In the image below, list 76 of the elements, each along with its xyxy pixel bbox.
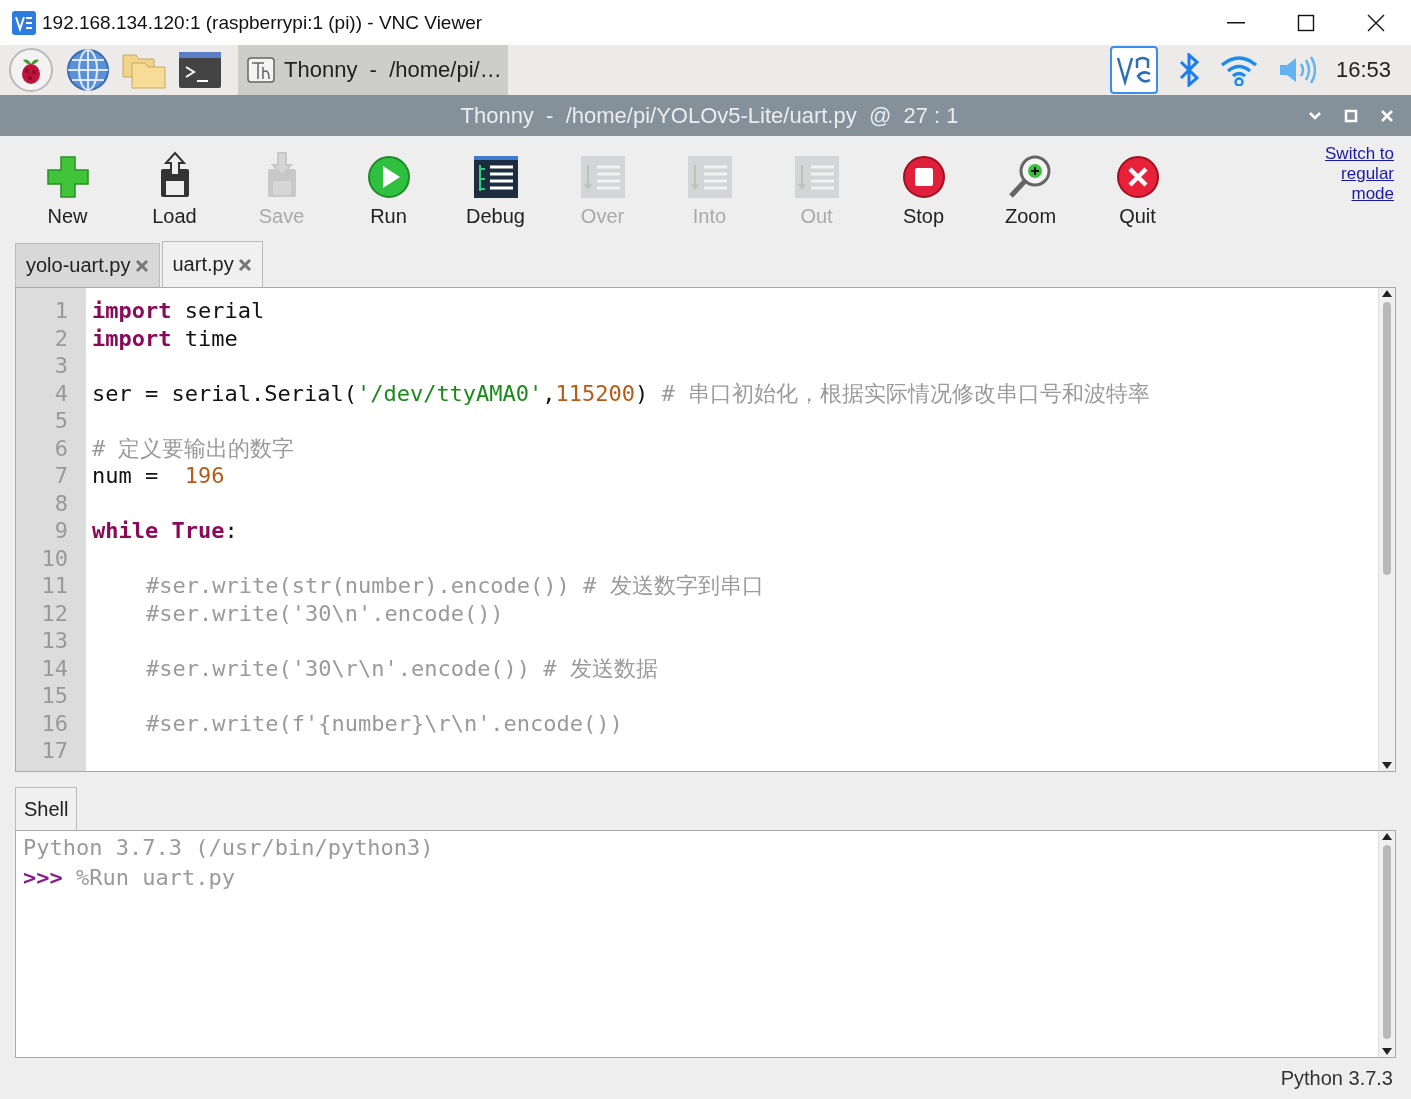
run-button[interactable]: Run [335,142,442,232]
app-icon [246,55,276,85]
shell-console[interactable]: Python 3.7.3 (/usr/bin/python3) >>> %Run uart.py [15,830,1396,1058]
code-line: import time [92,324,238,352]
line-number: 8 [53,489,68,517]
scroll-up-icon [1381,288,1393,298]
maximize-icon [1297,13,1315,32]
code-line: # 定义要输出的数字 [92,434,295,462]
new-button[interactable]: New [14,142,121,232]
code-line: ser = serial.Serial('/dev/ttyAMA0',115200) # 串口初始化，根据实际情况修改串口号和波特率 [92,379,1151,407]
shell-line: >>> %Run uart.py [23,864,235,892]
code-line: #ser.write(str(number).encode()) # 发送数字到串口 [145,572,764,600]
close-icon [1115,155,1160,199]
step-list-icon [579,155,626,199]
line-number: 11 [40,572,68,600]
code-line: #ser.write(f'{number}\r\n'.encode()) [145,709,623,737]
scroll-down-icon [1381,1047,1393,1057]
scrollbar[interactable] [1378,831,1395,1057]
clock: 16:53 [1335,57,1391,83]
scrollbar[interactable] [1378,288,1395,771]
vnc-tray-icon[interactable] [1109,46,1158,94]
minimize-icon [1227,21,1245,24]
line-number: 16 [40,709,68,737]
line-number: 3 [53,352,68,380]
scroll-up-icon [1381,831,1393,841]
play-icon [366,155,411,199]
status-text: Python 3.7.3 [1280,1067,1393,1090]
stop-button[interactable]: Stop [870,142,977,232]
close-icon[interactable] [237,257,252,272]
vnc-logo-icon [12,10,36,35]
line-number: 9 [53,517,68,545]
maximize-icon [1344,108,1358,123]
close-icon[interactable] [134,258,149,273]
line-number: 17 [40,737,68,765]
line-number: 4 [53,379,68,407]
line-number: 7 [53,462,68,490]
window-title: 192.168.134.120:1 (raspberrypi:1 (pi)) - VNC Viewer [42,11,483,34]
close-icon [1367,13,1385,32]
line-number: 12 [40,599,68,627]
close-icon [1380,108,1394,123]
step-list-icon [793,155,840,199]
load-button[interactable]: Load [121,142,228,232]
plus-icon [45,155,90,199]
quit-button[interactable]: Quit [1084,142,1191,232]
line-number: 14 [40,654,68,682]
line-number: 6 [53,434,68,462]
volume-icon[interactable] [1277,55,1316,85]
line-number: 1 [53,297,68,325]
wifi-icon[interactable] [1219,54,1258,86]
code-line: #ser.write('30\r\n'.encode()) # 发送数据 [145,654,658,682]
code-line: while True: [92,517,238,545]
code-line: import serial [92,297,265,325]
window-title: Thonny - /home/pi/YOLOv5-Lite/uart.py @ 27 : 1 [459,102,960,129]
line-number: 13 [40,627,68,655]
scroll-down-icon [1381,761,1393,771]
step-list-icon [686,155,733,199]
debug-list-icon [472,155,519,199]
globe-icon[interactable] [66,48,110,92]
switch-mode-link[interactable]: Switch to regular mode [1310,144,1394,204]
debug-button[interactable]: Debug [442,142,549,232]
shell-tab[interactable]: Shell [15,787,78,830]
raspberry-icon[interactable] [8,47,54,93]
shell-line: Python 3.7.3 (/usr/bin/python3) [23,834,434,862]
bluetooth-icon[interactable] [1177,53,1200,87]
terminal-icon[interactable] [178,51,222,89]
line-number: 15 [40,682,68,710]
line-number: 2 [53,324,68,352]
taskbar-app-button[interactable]: Thonny - /home/pi/… [238,45,508,95]
zoom-button[interactable]: Zoom [977,142,1084,232]
code-line: num = 196 [92,462,225,490]
stop-icon [901,155,946,199]
file-tab[interactable]: yolo-uart.py [15,243,160,287]
line-number: 5 [53,407,68,435]
file-tab[interactable]: uart.py [161,241,263,287]
line-number: 10 [40,544,68,572]
code-line: #ser.write('30\n'.encode()) [145,599,504,627]
